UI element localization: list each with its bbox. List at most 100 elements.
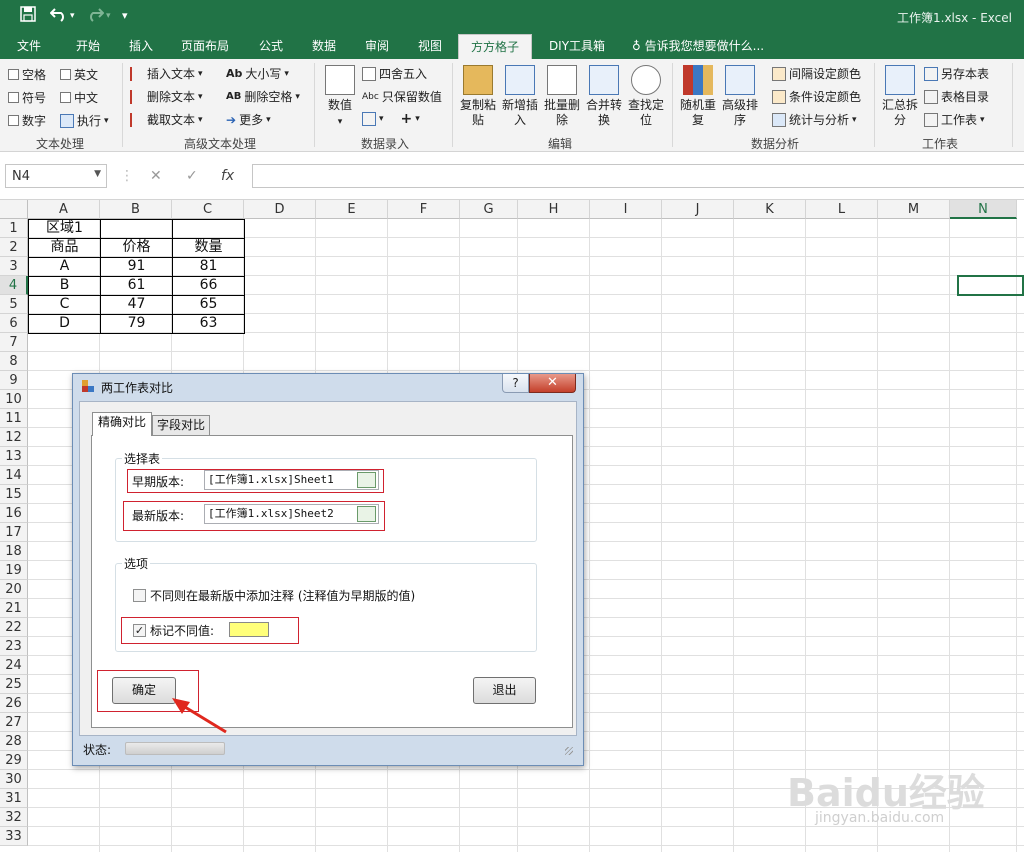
tab-field-compare[interactable]: 字段对比 xyxy=(152,415,210,435)
row-header-23[interactable]: 23 xyxy=(0,637,28,656)
cancel-icon[interactable]: ✕ xyxy=(150,168,162,184)
advanced-sort-button[interactable]: 高级排序 xyxy=(718,65,762,128)
tab-view[interactable]: 视图 xyxy=(408,34,452,59)
execute-button[interactable]: 执行 ▾ xyxy=(60,112,109,129)
sheet-index-button[interactable]: 表格目录 xyxy=(924,88,989,105)
tab-diy-toolbox[interactable]: DIY工具箱 xyxy=(540,34,614,59)
undo-dropdown-icon[interactable]: ▾ xyxy=(70,11,75,21)
save-sheet-button[interactable]: 另存本表 xyxy=(924,65,989,82)
merge-convert-button[interactable]: 合并转换 xyxy=(582,65,626,128)
column-header-e[interactable]: E xyxy=(316,200,388,219)
plus-icon[interactable]: + xyxy=(401,111,413,127)
row-header-21[interactable]: 21 xyxy=(0,599,28,618)
row-header-31[interactable]: 31 xyxy=(0,789,28,808)
cell-a2[interactable]: 商品 xyxy=(29,238,100,257)
tab-exact-compare[interactable]: 精确对比 xyxy=(92,412,152,436)
resize-grip-icon[interactable] xyxy=(565,747,573,755)
numbers-button[interactable]: 数值 ▾ xyxy=(318,65,362,130)
redo-icon[interactable] xyxy=(86,6,105,26)
column-header-b[interactable]: B xyxy=(100,200,172,219)
tab-review[interactable]: 审阅 xyxy=(355,34,399,59)
mark-color-swatch[interactable] xyxy=(229,622,269,637)
insert-new-button[interactable]: 新增插入 xyxy=(498,65,542,128)
row-header-30[interactable]: 30 xyxy=(0,770,28,789)
row-header-19[interactable]: 19 xyxy=(0,561,28,580)
checkbox-chinese[interactable]: 中文 xyxy=(60,89,98,106)
active-cell-n4[interactable] xyxy=(957,275,1024,296)
row-header-33[interactable]: 33 xyxy=(0,827,28,846)
cell-b2[interactable]: 价格 xyxy=(101,238,172,257)
column-header-c[interactable]: C xyxy=(172,200,244,219)
checkbox-english[interactable]: 英文 xyxy=(60,66,98,83)
tab-page-layout[interactable]: 页面布局 xyxy=(172,34,238,59)
row-header-16[interactable]: 16 xyxy=(0,504,28,523)
row-header-18[interactable]: 18 xyxy=(0,542,28,561)
cell-a6[interactable]: D xyxy=(29,314,100,333)
worksheet-button[interactable]: 工作表 ▾ xyxy=(924,111,985,128)
add-comment-checkbox[interactable] xyxy=(133,589,146,602)
random-repeat-button[interactable]: 随机重复 xyxy=(676,65,720,128)
checkbox-number[interactable]: 数字 xyxy=(8,112,46,129)
copy-paste-button[interactable]: 复制粘贴 xyxy=(456,65,500,128)
row-header-27[interactable]: 27 xyxy=(0,713,28,732)
row-header-7[interactable]: 7 xyxy=(0,333,28,352)
cell-c6[interactable]: 63 xyxy=(173,314,244,333)
column-header-m[interactable]: M xyxy=(878,200,950,219)
sheet-picker-icon[interactable] xyxy=(357,506,376,522)
row-header-6[interactable]: 6 xyxy=(0,314,28,333)
save-icon[interactable] xyxy=(20,6,36,26)
column-header-h[interactable]: H xyxy=(518,200,590,219)
statistics-button[interactable]: 统计与分析 ▾ xyxy=(772,111,857,128)
cell-b3[interactable]: 91 xyxy=(101,257,172,276)
row-header-26[interactable]: 26 xyxy=(0,694,28,713)
interval-color-button[interactable]: 间隔设定颜色 xyxy=(772,65,861,82)
column-header-n[interactable]: N xyxy=(950,200,1017,219)
row-header-28[interactable]: 28 xyxy=(0,732,28,751)
tab-file[interactable]: 文件 xyxy=(8,34,50,59)
cell-b6[interactable]: 79 xyxy=(101,314,172,333)
cell-c3[interactable]: 81 xyxy=(173,257,244,276)
delete-space-button[interactable]: AB 删除空格 ▾ xyxy=(226,88,300,105)
column-header-l[interactable]: L xyxy=(806,200,878,219)
row-header-8[interactable]: 8 xyxy=(0,352,28,371)
row-header-1[interactable]: 1 xyxy=(0,219,28,238)
formula-input[interactable] xyxy=(252,164,1024,188)
cell-a1[interactable]: 区域1 xyxy=(29,219,100,238)
column-header-j[interactable]: J xyxy=(662,200,734,219)
find-locate-button[interactable]: 查找定位 xyxy=(624,65,668,128)
row-header-12[interactable]: 12 xyxy=(0,428,28,447)
tell-me-search[interactable]: ♁ 告诉我您想要做什么... xyxy=(630,34,780,59)
keep-values-button[interactable]: Abc 只保留数值 xyxy=(362,88,442,105)
redo-dropdown-icon[interactable]: ▾ xyxy=(106,11,111,21)
column-header-k[interactable]: K xyxy=(734,200,806,219)
exit-button[interactable]: 退出 xyxy=(473,677,536,704)
tab-formulas[interactable]: 公式 xyxy=(249,34,293,59)
dialog-title-bar[interactable]: 两工作表对比 ? ✕ xyxy=(73,374,583,398)
round-button[interactable]: 四舍五入 xyxy=(362,65,427,82)
checkbox-symbol[interactable]: 符号 xyxy=(8,89,46,106)
row-header-24[interactable]: 24 xyxy=(0,656,28,675)
row-header-20[interactable]: 20 xyxy=(0,580,28,599)
row-header-10[interactable]: 10 xyxy=(0,390,28,409)
undo-icon[interactable] xyxy=(49,6,68,26)
cell-a5[interactable]: C xyxy=(29,295,100,314)
column-header-d[interactable]: D xyxy=(244,200,316,219)
help-button[interactable]: ? xyxy=(502,374,529,393)
checkbox-space[interactable]: 空格 xyxy=(8,66,46,83)
batch-delete-button[interactable]: 批量删除 xyxy=(540,65,584,128)
row-header-11[interactable]: 11 xyxy=(0,409,28,428)
more-button[interactable]: ➔ 更多 ▾ xyxy=(226,111,271,128)
row-header-2[interactable]: 2 xyxy=(0,238,28,257)
row-header-4[interactable]: 4 xyxy=(0,276,28,295)
condition-color-button[interactable]: 条件设定颜色 xyxy=(772,88,861,105)
early-version-field[interactable]: [工作簿1.xlsx]Sheet1 xyxy=(204,470,379,490)
tab-fangfang[interactable]: 方方格子 xyxy=(458,34,532,59)
cell-a3[interactable]: A xyxy=(29,257,100,276)
summary-split-button[interactable]: 汇总拆分 xyxy=(878,65,922,128)
row-header-3[interactable]: 3 xyxy=(0,257,28,276)
row-header-32[interactable]: 32 xyxy=(0,808,28,827)
cell-b5[interactable]: 47 xyxy=(101,295,172,314)
row-header-14[interactable]: 14 xyxy=(0,466,28,485)
latest-version-field[interactable]: [工作簿1.xlsx]Sheet2 xyxy=(204,504,379,524)
row-header-22[interactable]: 22 xyxy=(0,618,28,637)
